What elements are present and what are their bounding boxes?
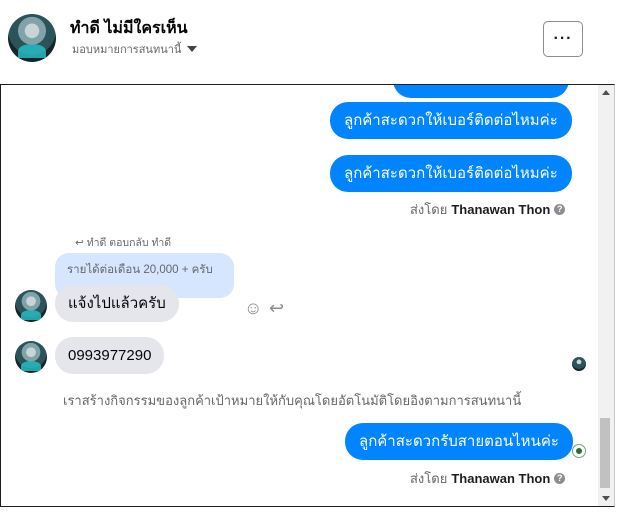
assign-conversation-dropdown[interactable]: มอบหมายการสนทนานี้: [72, 40, 198, 58]
incoming-message[interactable]: แจ้งไปแล้วครับ: [55, 285, 179, 322]
contact-avatar[interactable]: [8, 14, 56, 62]
seen-avatar-icon: [572, 444, 586, 458]
sent-by-label: ส่งโดย Thanawan Thon ?: [410, 199, 566, 220]
outgoing-message[interactable]: ลูกค้าสะดวกให้เบอร์ติดต่อไหมค่ะ: [330, 102, 572, 139]
incoming-message[interactable]: 0993977290: [55, 337, 165, 374]
more-options-button[interactable]: ···: [543, 21, 583, 57]
reply-context-label: ↩ ทำดี ตอบกลับ ทำดี: [75, 234, 171, 251]
info-icon[interactable]: ?: [554, 204, 566, 215]
sent-by-prefix: ส่งโดย: [410, 471, 448, 486]
scroll-down-arrow-icon[interactable]: [602, 496, 610, 501]
reply-arrow-icon[interactable]: ↩: [269, 298, 284, 318]
reply-arrow-icon: ↩: [75, 237, 84, 249]
info-icon[interactable]: ?: [554, 473, 566, 484]
contact-name[interactable]: ทำดี ไม่มีใครเห็น: [70, 16, 188, 41]
outgoing-message-partial[interactable]: [393, 85, 569, 98]
conversation-header: ทำดี ไม่มีใครเห็น มอบหมายการสนทนานี้ ···: [0, 0, 617, 84]
outgoing-message[interactable]: ลูกค้าสะดวกให้เบอร์ติดต่อไหมค่ะ: [330, 155, 572, 192]
sender-name[interactable]: Thanawan Thon: [451, 202, 550, 217]
scrollbar-thumb[interactable]: [600, 418, 610, 488]
read-receipt-avatar-icon: [572, 357, 586, 371]
system-note: เราสร้างกิจกรรมของลูกค้าเป้าหมายให้กับคุ…: [63, 393, 522, 408]
contact-avatar-small[interactable]: [15, 290, 47, 322]
outgoing-message[interactable]: ลูกค้าสะดวกรับสายตอนไหนค่ะ: [345, 423, 573, 460]
sent-by-prefix: ส่งโดย: [410, 202, 448, 217]
scroll-up-arrow-icon[interactable]: [602, 90, 610, 95]
reply-context-text: ทำดี ตอบกลับ ทำดี: [86, 237, 172, 249]
smiley-icon[interactable]: ☺: [244, 298, 262, 318]
message-thread[interactable]: ลูกค้าสะดวกให้เบอร์ติดต่อไหมค่ะ ลูกค้าสะ…: [0, 84, 615, 507]
assign-conversation-label: มอบหมายการสนทนานี้: [72, 44, 182, 56]
vertical-scrollbar[interactable]: [598, 85, 614, 506]
chevron-down-icon: [187, 46, 198, 52]
contact-avatar-small[interactable]: [15, 341, 47, 373]
sender-name[interactable]: Thanawan Thon: [451, 471, 550, 486]
sent-by-label: ส่งโดย Thanawan Thon ?: [410, 468, 566, 489]
more-options-icon: ···: [553, 30, 573, 47]
